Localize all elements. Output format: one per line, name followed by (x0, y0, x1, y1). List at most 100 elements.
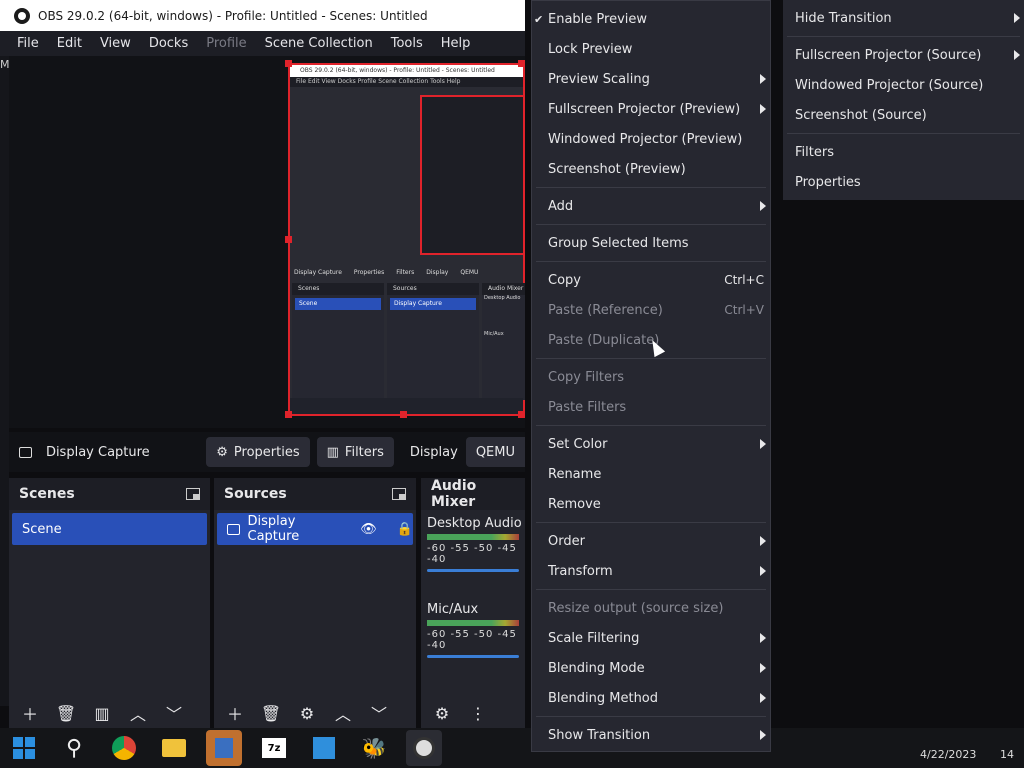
scene-item-label: Scene (22, 521, 62, 537)
chrome-icon[interactable] (106, 730, 142, 766)
mini-scene-item: Scene (295, 298, 381, 310)
resize-handle-br[interactable] (518, 411, 525, 418)
menu-item-screenshot-source[interactable]: Screenshot (Source) (783, 100, 1024, 130)
sources-dock: Sources Display Capture 👁 🔒 ＋ 🗑 ⚙ ︿ ﹀ (214, 478, 416, 728)
notification-badge[interactable]: 14 (1000, 748, 1014, 761)
menu-item-filters[interactable]: Filters (783, 137, 1024, 167)
gear-icon[interactable]: ⚙ (429, 701, 455, 725)
menu-item-set-color[interactable]: Set Color (532, 429, 770, 459)
menu-label: Remove (548, 496, 601, 512)
photos-icon[interactable] (306, 730, 342, 766)
mini-properties: Properties (353, 268, 385, 276)
menu-item-screenshot-preview[interactable]: Screenshot (Preview) (532, 154, 770, 184)
mic-volume-slider[interactable] (427, 655, 519, 658)
menu-item-resize-output[interactable]: Resize output (source size) (532, 593, 770, 623)
menu-item-group-selected-items[interactable]: Group Selected Items (532, 228, 770, 258)
menu-tools[interactable]: Tools (382, 36, 432, 51)
menu-item-scale-filtering[interactable]: Scale Filtering (532, 623, 770, 653)
menu-item-enable-preview[interactable]: ✔ Enable Preview (532, 4, 770, 34)
trash-icon[interactable]: 🗑 (53, 701, 79, 725)
menu-item-rename[interactable]: Rename (532, 459, 770, 489)
undock-icon[interactable] (186, 488, 200, 500)
resize-handle-tr[interactable] (518, 60, 525, 67)
menu-label: Preview Scaling (548, 71, 650, 87)
add-icon[interactable]: ＋ (222, 701, 248, 725)
menu-item-fullscreen-projector-preview[interactable]: Fullscreen Projector (Preview) (532, 94, 770, 124)
menu-item-blending-method[interactable]: Blending Method (532, 683, 770, 713)
more-icon[interactable]: ⋮ (465, 701, 491, 725)
add-icon[interactable]: ＋ (17, 701, 43, 725)
filters-icon[interactable]: ▥ (89, 701, 115, 725)
mini-title: OBS 29.0.2 (64-bit, windows) - Profile: … (290, 65, 523, 77)
display-select[interactable]: QEMU (465, 437, 525, 467)
menu-profile[interactable]: Profile (197, 36, 255, 51)
gear-icon[interactable]: ⚙ (294, 701, 320, 725)
menu-item-copy[interactable]: Copy Ctrl+C (532, 265, 770, 295)
source-item[interactable]: Display Capture 👁 🔒 (217, 513, 413, 545)
mini-source-item: Display Capture (390, 298, 476, 310)
search-icon[interactable]: ⚲ (56, 730, 92, 766)
menu-file[interactable]: File (8, 36, 48, 51)
menu-edit[interactable]: Edit (48, 36, 91, 51)
menu-item-paste-filters[interactable]: Paste Filters (532, 392, 770, 422)
obs-taskbar-icon[interactable] (406, 730, 442, 766)
menu-item-preview-scaling[interactable]: Preview Scaling (532, 64, 770, 94)
lock-icon[interactable]: 🔒 (397, 522, 413, 537)
menu-item-fullscreen-projector-source[interactable]: Fullscreen Projector (Source) (783, 40, 1024, 70)
menu-item-paste-reference[interactable]: Paste (Reference) Ctrl+V (532, 295, 770, 325)
menu-item-add[interactable]: Add (532, 191, 770, 221)
source-item-label: Display Capture (247, 514, 300, 544)
menu-help[interactable]: Help (432, 36, 480, 51)
chevron-down-icon[interactable]: ﹀ (161, 701, 187, 725)
submenu-arrow-icon (760, 201, 766, 211)
resize-handle-tl[interactable] (285, 60, 292, 67)
context-menu: ✔ Enable Preview Lock Preview Preview Sca… (531, 0, 771, 752)
scene-item[interactable]: Scene (12, 513, 207, 545)
mini-scenes-dock: Scenes Scene (292, 283, 384, 400)
menu-item-windowed-projector-preview[interactable]: Windowed Projector (Preview) (532, 124, 770, 154)
chevron-up-icon[interactable]: ︿ (125, 701, 151, 725)
menu-view[interactable]: View (91, 36, 140, 51)
filters-button[interactable]: ▥ Filters (316, 437, 394, 467)
menu-separator (536, 261, 766, 262)
mini-mic: Mic/Aux (484, 331, 504, 337)
menu-item-properties[interactable]: Properties (783, 167, 1024, 197)
submenu-arrow-icon (1014, 50, 1020, 60)
scenes-toolbar: ＋ 🗑 ▥ ︿ ﹀ (9, 698, 210, 728)
menu-item-show-transition[interactable]: Show Transition (532, 720, 770, 750)
menu-docks[interactable]: Docks (140, 36, 197, 51)
desktop-audio-volume-slider[interactable] (427, 569, 519, 572)
menu-label: Copy (548, 272, 581, 288)
menu-item-windowed-projector-source[interactable]: Windowed Projector (Source) (783, 70, 1024, 100)
menu-item-blending-mode[interactable]: Blending Mode (532, 653, 770, 683)
window-title: OBS 29.0.2 (64-bit, windows) - Profile: … (38, 8, 428, 23)
trash-icon[interactable]: 🗑 (258, 701, 284, 725)
undock-icon[interactable] (392, 488, 406, 500)
7zip-icon[interactable]: 7z (256, 730, 292, 766)
preview-source-display-capture[interactable]: OBS 29.0.2 (64-bit, windows) - Profile: … (288, 63, 525, 416)
properties-button[interactable]: ⚙ Properties (206, 437, 310, 467)
menu-item-copy-filters[interactable]: Copy Filters (532, 362, 770, 392)
menu-label: Scale Filtering (548, 630, 640, 646)
sources-title: Sources (224, 486, 287, 502)
eye-icon[interactable]: 👁 (360, 522, 377, 537)
chevron-up-icon[interactable]: ︿ (330, 701, 356, 725)
title-bar: OBS 29.0.2 (64-bit, windows) - Profile: … (0, 0, 525, 31)
windows-start-icon[interactable] (6, 730, 42, 766)
bee-icon[interactable]: 🐝 (356, 730, 392, 766)
menu-scene-collection[interactable]: Scene Collection (256, 36, 382, 51)
resize-handle-bm[interactable] (400, 411, 407, 418)
resize-handle-ml[interactable] (285, 236, 292, 243)
menu-item-transform[interactable]: Transform (532, 556, 770, 586)
menu-item-hide-transition[interactable]: Hide Transition (783, 3, 1024, 33)
resize-handle-bl[interactable] (285, 411, 292, 418)
file-explorer-icon[interactable] (156, 730, 192, 766)
chevron-down-icon[interactable]: ﹀ (366, 701, 392, 725)
menu-item-lock-preview[interactable]: Lock Preview (532, 34, 770, 64)
menu-separator (536, 358, 766, 359)
app-icon[interactable] (206, 730, 242, 766)
menu-label: Filters (795, 144, 834, 160)
menu-item-order[interactable]: Order (532, 526, 770, 556)
mini-context-label: Display Capture (294, 268, 342, 276)
menu-item-remove[interactable]: Remove (532, 489, 770, 519)
